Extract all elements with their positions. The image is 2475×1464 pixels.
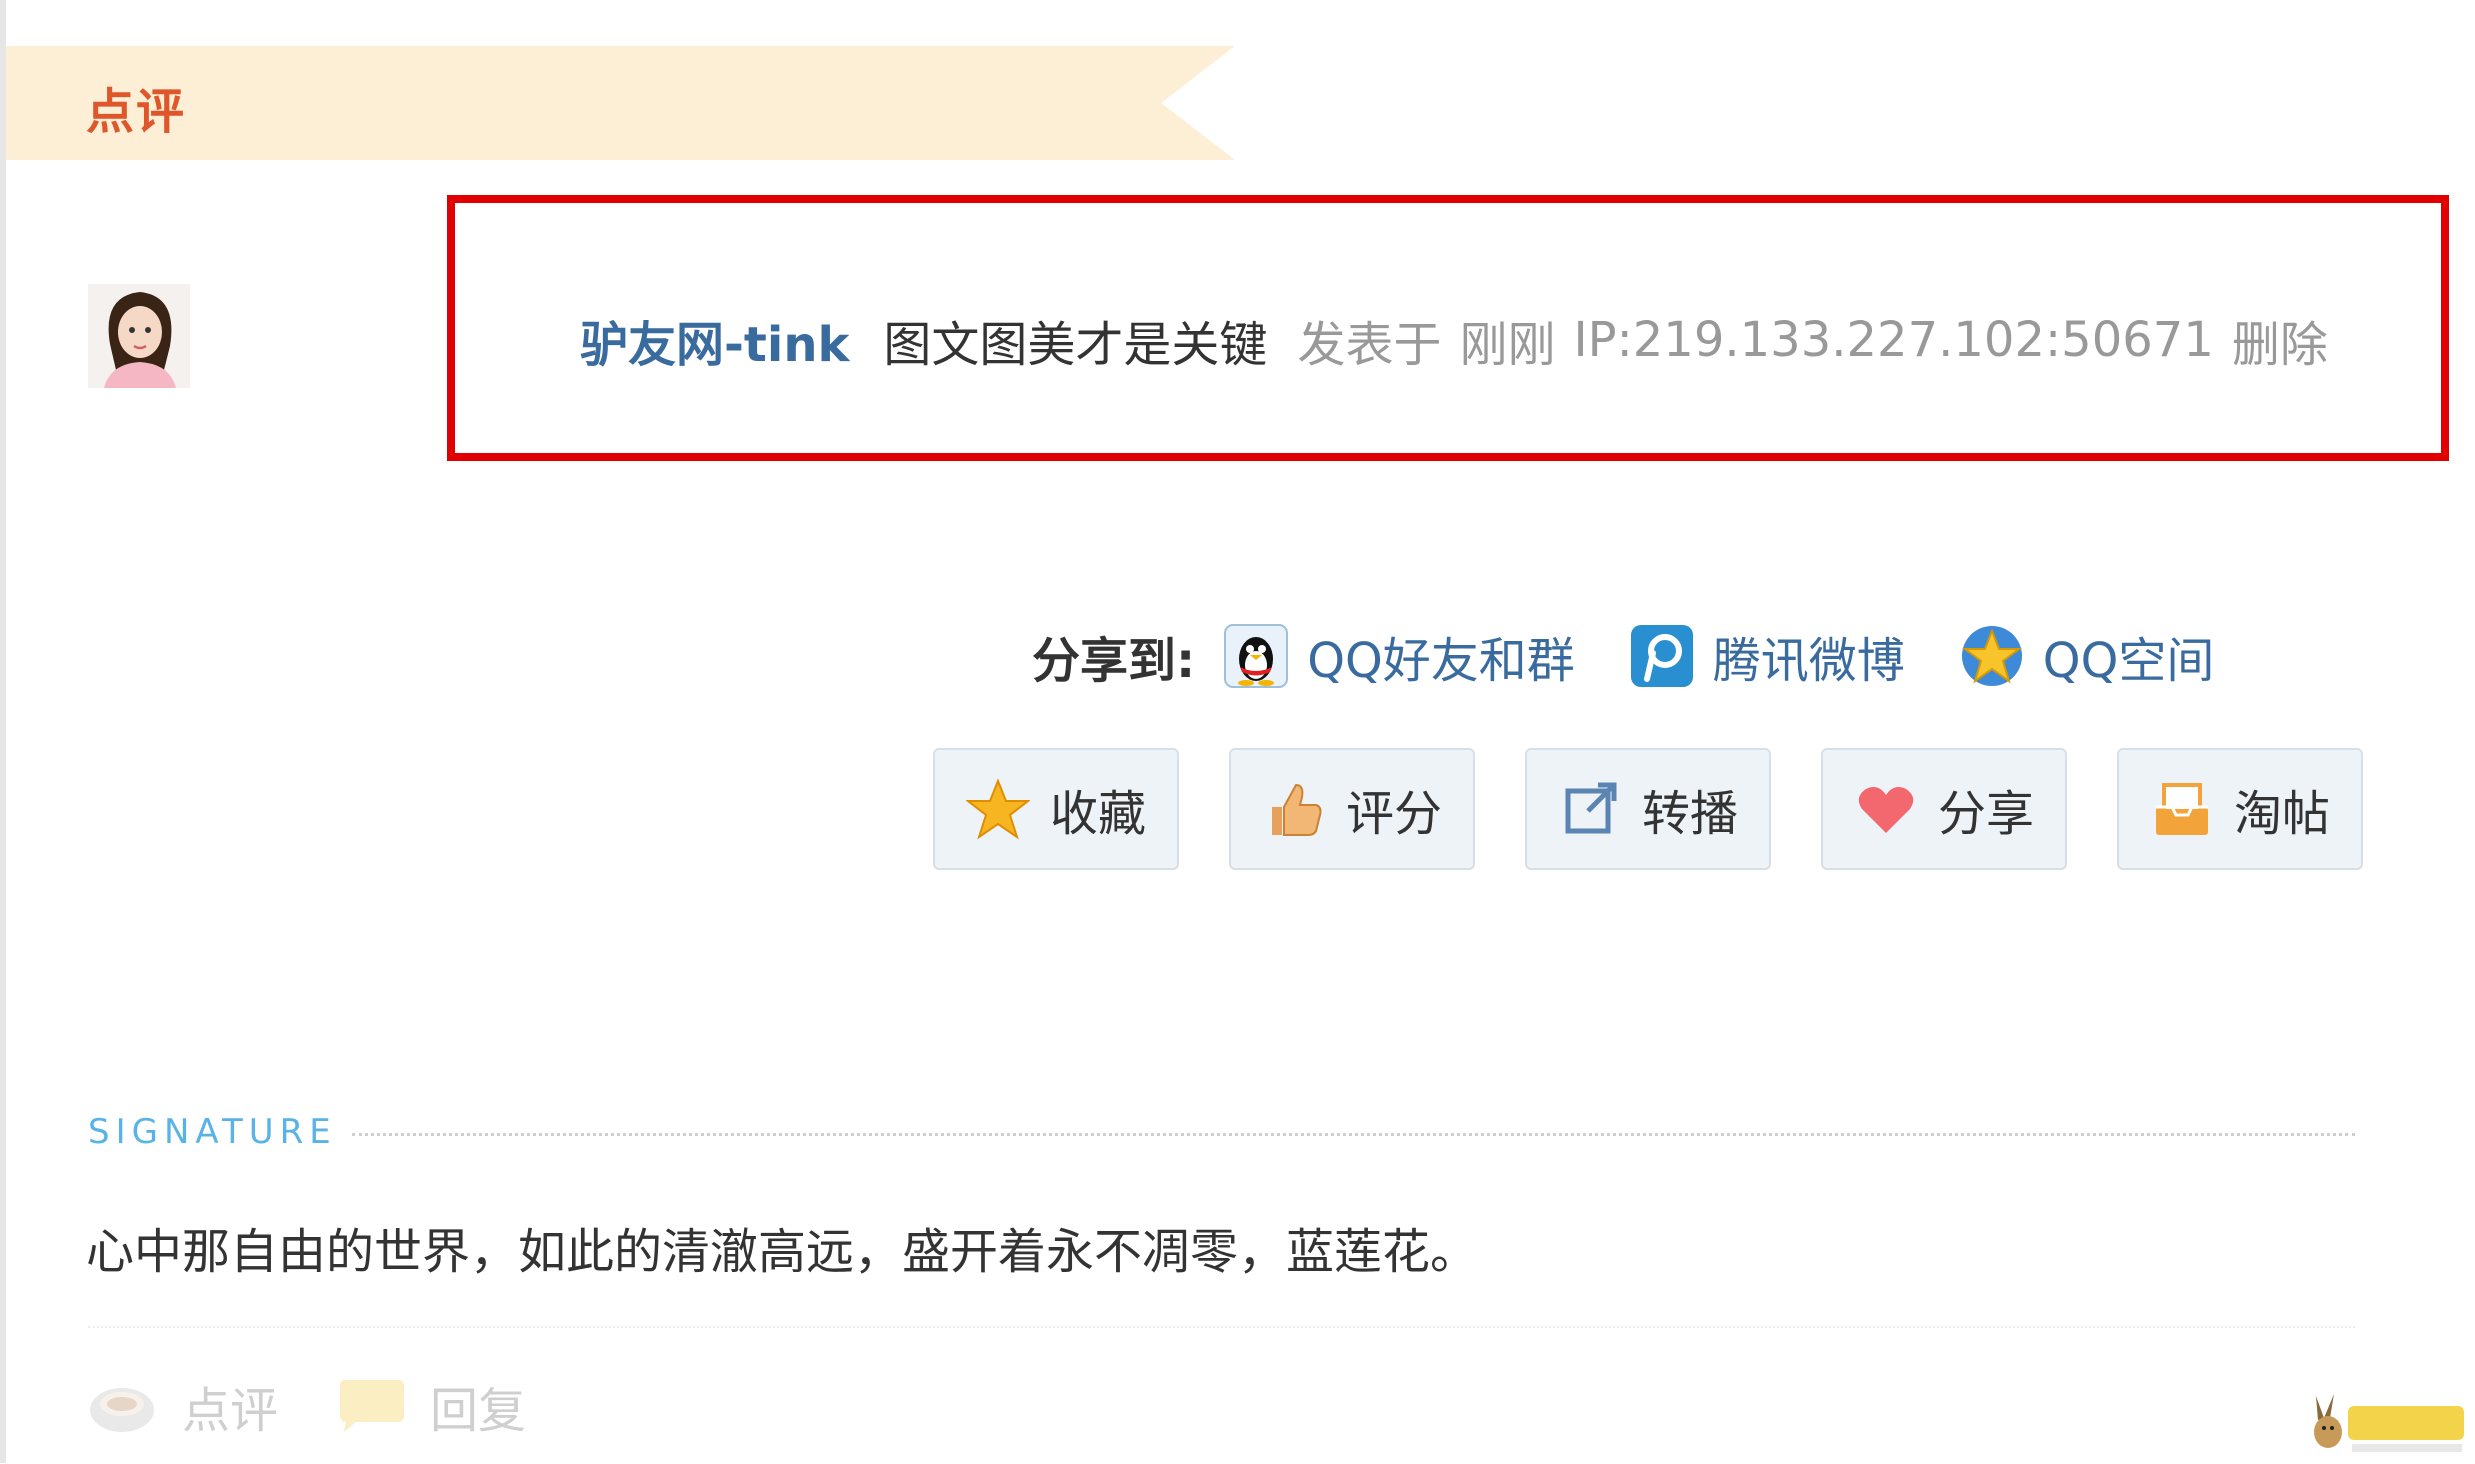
footer-comment-label: 点评	[182, 1383, 279, 1439]
share-label: 分享到:	[1032, 633, 1196, 689]
comment-delete-link[interactable]: 删除	[2232, 305, 2328, 375]
share-row: 分享到: QQ好友和群 腾讯微博 QQ空间	[1032, 618, 2268, 694]
qzone-star-icon	[1959, 623, 2025, 689]
page-left-border	[0, 0, 6, 1463]
qq-penguin-icon	[1223, 623, 1289, 689]
comment-line: 驴友网-tink 图文图美才是关键 发表于 刚刚 IP:219.133.227.…	[580, 305, 2328, 375]
signature-label: SIGNATURE	[88, 1112, 337, 1152]
speech-bubble-icon	[336, 1376, 408, 1436]
avatar-girl-icon	[88, 284, 190, 388]
collect-thread-button-label: 淘帖	[2233, 786, 2330, 842]
site-logo-watermark	[2304, 1388, 2472, 1460]
star-icon	[965, 777, 1031, 841]
share-tencent-weibo[interactable]: 腾讯微博	[1629, 621, 1905, 691]
share-button[interactable]: 分享	[1821, 748, 2067, 870]
share-qq-friends-label: QQ好友和群	[1307, 633, 1575, 689]
comment-time: 刚刚	[1459, 317, 1556, 373]
favorite-button-label: 收藏	[1049, 786, 1146, 842]
share-qzone[interactable]: QQ空间	[1959, 621, 2215, 691]
section-header-ribbon	[6, 46, 1235, 160]
footer-reply-link[interactable]: 回复	[336, 1368, 526, 1444]
share-button-label: 分享	[1937, 786, 2034, 842]
rate-button-label: 评分	[1345, 786, 1442, 842]
signature-divider	[352, 1133, 2355, 1136]
footer-reply-label: 回复	[430, 1383, 527, 1439]
comment-username-link[interactable]: 驴友网-tink	[580, 305, 849, 375]
repost-button-label: 转播	[1641, 786, 1738, 842]
share-qzone-label: QQ空间	[2042, 633, 2215, 689]
thumbs-up-icon	[1262, 777, 1326, 841]
footer-comment-link[interactable]: 点评	[88, 1368, 278, 1444]
collect-thread-button[interactable]: 淘帖	[2117, 748, 2363, 870]
rate-button[interactable]: 评分	[1229, 748, 1475, 870]
avatar[interactable]	[88, 284, 190, 388]
tray-icon	[2150, 777, 2214, 841]
section-title: 点评	[86, 84, 187, 140]
heart-icon	[1854, 777, 1918, 841]
coffee-cup-icon	[88, 1376, 160, 1436]
comment-text: 图文图美才是关键	[883, 317, 1268, 373]
repost-icon	[1558, 777, 1622, 841]
share-tencent-weibo-label: 腾讯微博	[1712, 633, 1905, 689]
signature-text: 心中那自由的世界，如此的清澈高远，盛开着永不凋零，蓝莲花。	[86, 1224, 1479, 1280]
comment-ip: IP:219.133.227.102:50671	[1573, 312, 2214, 368]
favorite-button[interactable]: 收藏	[933, 748, 1179, 870]
bottom-divider	[88, 1326, 2355, 1328]
tencent-weibo-icon	[1629, 623, 1695, 689]
repost-button[interactable]: 转播	[1525, 748, 1771, 870]
share-qq-friends[interactable]: QQ好友和群	[1223, 621, 1575, 691]
comment-posted-prefix: 发表于	[1297, 317, 1442, 373]
